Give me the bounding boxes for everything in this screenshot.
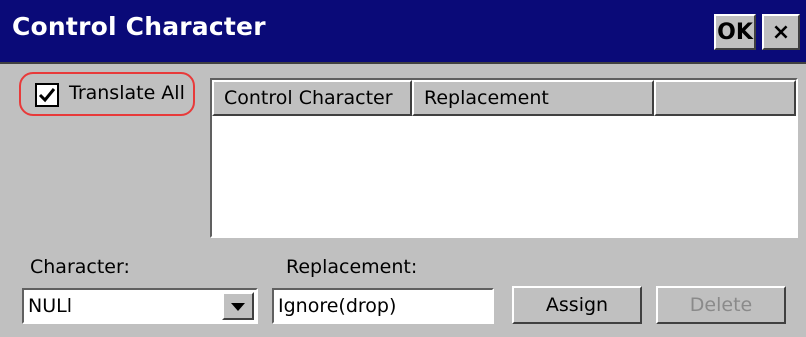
close-button[interactable]: × <box>762 14 800 50</box>
character-dropdown-button[interactable] <box>222 292 254 320</box>
ok-button[interactable]: OK <box>714 14 756 50</box>
character-combobox[interactable]: NULl <box>22 288 258 324</box>
column-header-control-character[interactable]: Control Character <box>212 80 412 116</box>
control-character-dialog: Control Character OK × Translate All Con… <box>0 0 806 337</box>
title-bar: Control Character OK × <box>0 0 806 64</box>
character-value: NULl <box>28 295 72 317</box>
chevron-down-icon <box>231 303 245 311</box>
translate-all-label[interactable]: Translate All <box>69 82 185 104</box>
replacement-label: Replacement: <box>286 256 418 278</box>
dialog-title: Control Character <box>12 12 266 41</box>
close-icon: × <box>771 19 791 45</box>
control-character-list[interactable]: Control Character Replacement <box>210 78 798 238</box>
translate-all-highlight: Translate All <box>19 72 195 116</box>
delete-button: Delete <box>656 286 786 324</box>
column-header-empty[interactable] <box>654 80 796 116</box>
column-header-replacement[interactable]: Replacement <box>412 80 654 116</box>
character-label: Character: <box>30 256 130 278</box>
translate-all-checkbox[interactable] <box>35 83 59 107</box>
checkmark-icon <box>38 88 56 103</box>
assign-button[interactable]: Assign <box>512 286 642 324</box>
replacement-input[interactable] <box>272 288 494 324</box>
